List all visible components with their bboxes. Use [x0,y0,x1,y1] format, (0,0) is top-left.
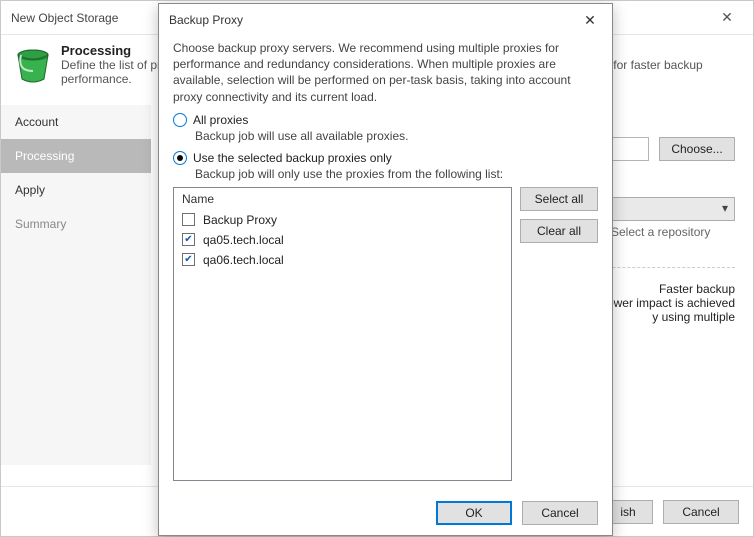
sidebar-item-apply[interactable]: Apply [1,173,151,207]
radio-icon [173,113,187,127]
checkbox-icon[interactable]: ✔ [182,233,195,246]
sidebar-item-processing[interactable]: Processing [1,139,151,173]
list-item-label: Backup Proxy [203,213,277,227]
list-item-label: qa05.tech.local [203,233,284,247]
cancel-button[interactable]: Cancel [522,501,598,525]
radio-all-proxies[interactable]: All proxies [173,113,598,127]
dialog-footer: OK Cancel [159,491,612,535]
radio-label: All proxies [193,113,248,127]
backup-proxy-dialog: Backup Proxy ✕ Choose backup proxy serve… [158,3,613,536]
wizard-sidebar: Account Processing Apply Summary [1,105,151,465]
radio-selected-proxies[interactable]: Use the selected backup proxies only [173,151,598,165]
close-icon[interactable]: ✕ [711,9,743,26]
bucket-icon [13,45,53,85]
sidebar-item-label: Summary [15,217,66,231]
sidebar-item-label: Account [15,115,58,129]
dialog-body: Choose backup proxy servers. We recommen… [159,36,612,491]
radio-icon [173,151,187,165]
checkbox-icon[interactable]: ✔ [182,253,195,266]
cancel-button[interactable]: Cancel [663,500,739,524]
select-all-button[interactable]: Select all [520,187,598,211]
radio-selected-sub: Backup job will only use the proxies fro… [195,167,598,181]
sidebar-item-label: Processing [15,149,74,163]
list-header: Name [174,188,511,210]
wizard-window: New Object Storage ✕ Processing Define t… [0,0,754,537]
list-buttons: Select all Clear all [520,187,598,481]
list-item[interactable]: ✔ qa06.tech.local [174,250,511,270]
checkbox-icon[interactable] [182,213,195,226]
list-item-label: qa06.tech.local [203,253,284,267]
proxy-listbox[interactable]: Name Backup Proxy ✔ qa05.tech.local ✔ qa… [173,187,512,481]
list-item[interactable]: Backup Proxy [174,210,511,230]
dialog-title: Backup Proxy [169,13,243,27]
radio-all-sub: Backup job will use all available proxie… [195,129,598,143]
radio-label: Use the selected backup proxies only [193,151,392,165]
clear-all-button[interactable]: Clear all [520,219,598,243]
wizard-title: New Object Storage [11,11,118,25]
dialog-titlebar: Backup Proxy ✕ [159,4,612,36]
list-item[interactable]: ✔ qa05.tech.local [174,230,511,250]
sidebar-item-account[interactable]: Account [1,105,151,139]
ok-button[interactable]: OK [436,501,512,525]
close-icon[interactable]: ✕ [578,12,602,29]
choose-button[interactable]: Choose... [659,137,735,161]
sidebar-item-label: Apply [15,183,45,197]
sidebar-item-summary[interactable]: Summary [1,207,151,241]
proxy-list-area: Name Backup Proxy ✔ qa05.tech.local ✔ qa… [173,187,598,481]
dialog-desc: Choose backup proxy servers. We recommen… [173,40,598,105]
